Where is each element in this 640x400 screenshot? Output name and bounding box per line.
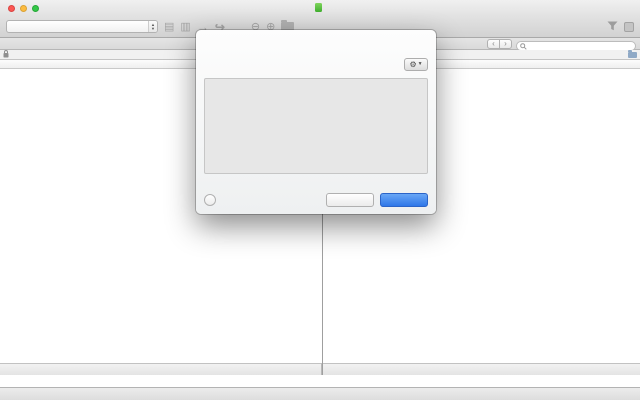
lock-icon	[3, 50, 9, 59]
filter-funnel-icon[interactable]	[607, 18, 618, 36]
document-icon	[315, 3, 322, 12]
chevron-down-icon: ▼	[418, 61, 423, 67]
dialog-footer	[204, 193, 428, 207]
ok-button[interactable]	[380, 193, 428, 207]
dialog-header: ⚙▼	[204, 57, 428, 71]
help-button[interactable]	[204, 194, 216, 206]
list-view-icon[interactable]: ▤	[164, 17, 174, 37]
forward-button[interactable]: ›	[499, 39, 512, 49]
cancel-button[interactable]	[326, 193, 374, 207]
folder-icon	[628, 52, 637, 58]
popup-chevrons-icon: ▲▼	[148, 21, 157, 32]
status-summary	[0, 387, 640, 400]
window-title-wrap	[0, 0, 640, 16]
file-filters-dialog: ⚙▼	[196, 30, 436, 214]
gear-menu-button[interactable]: ⚙▼	[404, 58, 428, 71]
visualdiffer-window: ▲▼ ▤ ▥ → ↪ ⊖ ⊕ ‹ ›	[0, 0, 640, 400]
gear-icon: ⚙	[409, 60, 416, 69]
titlebar	[0, 0, 640, 16]
left-pane-status	[0, 363, 322, 375]
panel-toggle-icon[interactable]	[624, 22, 634, 32]
column-view-icon[interactable]: ▥	[180, 17, 190, 37]
rules-box	[204, 78, 428, 174]
right-pane-status	[323, 363, 640, 375]
compare-mode-popup[interactable]: ▲▼	[6, 20, 158, 33]
